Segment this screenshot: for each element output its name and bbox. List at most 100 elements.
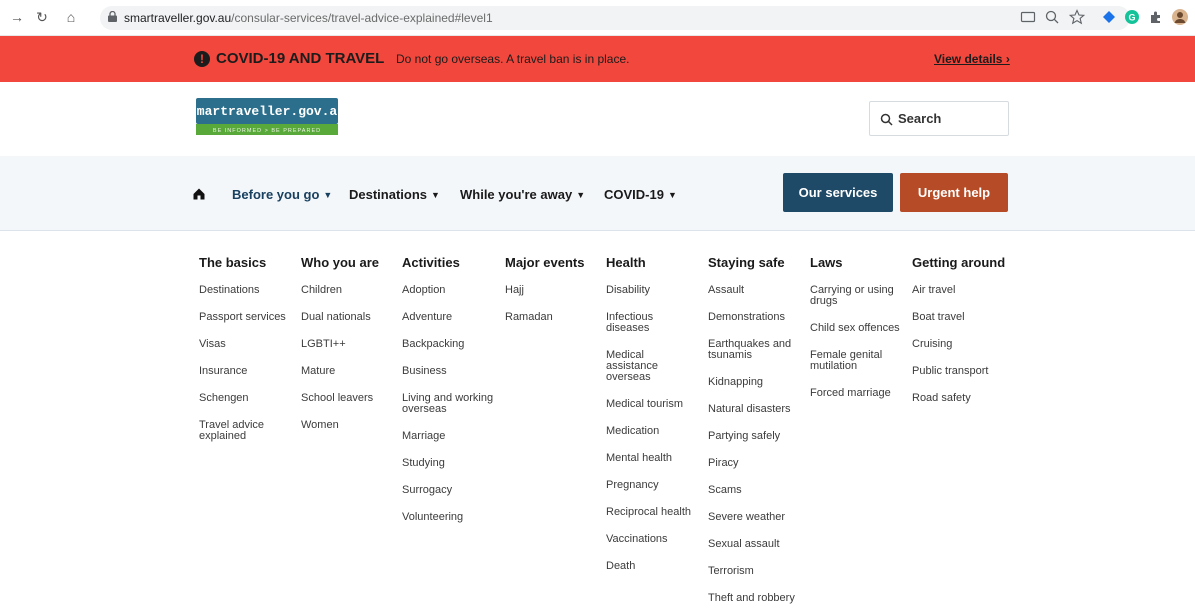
- search-input[interactable]: Search: [869, 101, 1009, 136]
- menu-column-heading: Health: [606, 255, 646, 270]
- alert-icon: !: [194, 51, 210, 67]
- lock-icon: [108, 11, 117, 22]
- menu-column-staying-safe: Staying safe Assault Demonstrations Eart…: [708, 255, 808, 610]
- mega-menu: The basics Destinations Passport service…: [0, 231, 1195, 610]
- menu-link[interactable]: Pregnancy: [606, 480, 706, 491]
- menu-link[interactable]: Forced marriage: [810, 388, 910, 399]
- nav-item-covid-19[interactable]: COVID-19 ▼: [604, 187, 677, 202]
- menu-column-who-you-are: Who you are Children Dual nationals LGBT…: [301, 255, 401, 447]
- menu-link[interactable]: Partying safely: [708, 431, 808, 442]
- menu-link[interactable]: Passport services: [199, 312, 299, 323]
- main-nav: Before you go ▼ Destinations ▼ While you'r…: [0, 156, 1195, 231]
- menu-link[interactable]: Theft and robbery: [708, 593, 808, 604]
- covid-banner-title: COVID-19 AND TRAVEL: [216, 50, 385, 67]
- menu-link[interactable]: Earthquakes and tsunamis: [708, 339, 794, 361]
- menu-link[interactable]: Living and working overseas: [402, 393, 494, 415]
- menu-link[interactable]: Terrorism: [708, 566, 808, 577]
- extension-grammar-icon[interactable]: G: [1124, 9, 1140, 25]
- profile-avatar-icon[interactable]: [1172, 9, 1188, 25]
- menu-link[interactable]: Studying: [402, 458, 502, 469]
- menu-link[interactable]: Scams: [708, 485, 808, 496]
- menu-link[interactable]: Demonstrations: [708, 312, 808, 323]
- search-placeholder: Search: [898, 111, 942, 126]
- menu-link[interactable]: Medical tourism: [606, 399, 706, 410]
- menu-link[interactable]: Road safety: [912, 393, 1012, 404]
- view-details-link[interactable]: View details ›: [934, 52, 1010, 66]
- menu-link[interactable]: Insurance: [199, 366, 299, 377]
- menu-link[interactable]: Assault: [708, 285, 808, 296]
- menu-link[interactable]: Visas: [199, 339, 299, 350]
- menu-column-heading: Who you are: [301, 255, 380, 270]
- zoom-icon[interactable]: [1044, 9, 1060, 25]
- menu-link[interactable]: Backpacking: [402, 339, 502, 350]
- star-icon[interactable]: [1069, 9, 1085, 25]
- menu-link[interactable]: Death: [606, 561, 706, 572]
- menu-link[interactable]: Women: [301, 420, 401, 431]
- nav-item-destinations[interactable]: Destinations ▼: [349, 187, 440, 202]
- covid-banner-message: Do not go overseas. A travel ban is in p…: [396, 52, 630, 66]
- nav-item-while-youre-away[interactable]: While you're away ▼: [460, 187, 585, 202]
- our-services-button[interactable]: Our services: [783, 173, 893, 212]
- menu-link[interactable]: Air travel: [912, 285, 1012, 296]
- menu-link[interactable]: Destinations: [199, 285, 299, 296]
- covid-banner: ! COVID-19 AND TRAVEL Do not go overseas…: [0, 36, 1195, 82]
- menu-link[interactable]: Boat travel: [912, 312, 1012, 323]
- menu-column-heading: Laws: [810, 255, 843, 270]
- menu-link[interactable]: Cruising: [912, 339, 1012, 350]
- menu-column-heading: Staying safe: [708, 255, 785, 270]
- menu-column-laws: Laws Carrying or using drugs Child sex o…: [810, 255, 910, 415]
- menu-link[interactable]: Adoption: [402, 285, 502, 296]
- menu-link[interactable]: Medication: [606, 426, 706, 437]
- menu-link[interactable]: Marriage: [402, 431, 502, 442]
- menu-link[interactable]: Carrying or using drugs: [810, 285, 894, 307]
- menu-link[interactable]: Schengen: [199, 393, 299, 404]
- reload-icon[interactable]: ↻: [33, 8, 51, 26]
- menu-link[interactable]: Mature: [301, 366, 401, 377]
- menu-link[interactable]: Mental health: [606, 453, 706, 464]
- menu-link[interactable]: School leavers: [301, 393, 401, 404]
- home-icon[interactable]: ⌂: [62, 8, 80, 26]
- menu-link[interactable]: Travel advice explained: [199, 420, 274, 442]
- menu-link[interactable]: Volunteering: [402, 512, 502, 523]
- menu-link[interactable]: Female genital mutilation: [810, 350, 894, 372]
- browser-toolbar: → ↻ ⌂ smartraveller.gov.au/consular-serv…: [0, 0, 1195, 36]
- cast-icon[interactable]: [1020, 9, 1036, 25]
- menu-link[interactable]: Children: [301, 285, 401, 296]
- chevron-down-icon: ▼: [323, 190, 333, 200]
- menu-link[interactable]: LGBTI++: [301, 339, 401, 350]
- url-host: smartraveller.gov.au: [124, 11, 232, 25]
- search-icon: [880, 113, 893, 126]
- smartraveller-logo[interactable]: smartraveller.gov.au BE INFORMED > BE PR…: [196, 98, 338, 135]
- menu-column-heading: Getting around: [912, 255, 1006, 270]
- menu-link[interactable]: Medical assistance overseas: [606, 350, 668, 383]
- site-header: smartraveller.gov.au BE INFORMED > BE PR…: [0, 82, 1195, 156]
- svg-text:G: G: [1128, 13, 1135, 23]
- logo-text: smartraveller.gov.au: [196, 104, 338, 119]
- menu-link[interactable]: Child sex offences: [810, 323, 910, 334]
- extension-diamond-icon[interactable]: [1101, 9, 1117, 25]
- menu-link[interactable]: Hajj: [505, 285, 605, 296]
- home-icon[interactable]: [193, 188, 205, 200]
- menu-link[interactable]: Reciprocal health: [606, 507, 706, 518]
- address-bar[interactable]: smartraveller.gov.au/consular-services/t…: [100, 6, 1130, 30]
- menu-link[interactable]: Vaccinations: [606, 534, 706, 545]
- menu-link[interactable]: Business: [402, 366, 502, 377]
- forward-icon[interactable]: →: [8, 8, 26, 26]
- menu-link[interactable]: Sexual assault: [708, 539, 808, 550]
- menu-link[interactable]: Natural disasters: [708, 404, 808, 415]
- menu-link[interactable]: Ramadan: [505, 312, 605, 323]
- menu-link[interactable]: Surrogacy: [402, 485, 502, 496]
- puzzle-icon[interactable]: [1148, 9, 1164, 25]
- menu-link[interactable]: Dual nationals: [301, 312, 401, 323]
- menu-link[interactable]: Piracy: [708, 458, 808, 469]
- url-path: /consular-services/travel-advice-explain…: [231, 11, 493, 25]
- menu-link[interactable]: Adventure: [402, 312, 502, 323]
- menu-link[interactable]: Disability: [606, 285, 706, 296]
- urgent-help-button[interactable]: Urgent help: [900, 173, 1008, 212]
- menu-link[interactable]: Public transport: [912, 366, 1012, 377]
- menu-link[interactable]: Severe weather: [708, 512, 808, 523]
- menu-link[interactable]: Kidnapping: [708, 377, 808, 388]
- nav-item-before-you-go[interactable]: Before you go ▼: [232, 187, 332, 202]
- menu-column-getting-around: Getting around Air travel Boat travel Cr…: [912, 255, 1012, 420]
- menu-link[interactable]: Infectious diseases: [606, 312, 668, 334]
